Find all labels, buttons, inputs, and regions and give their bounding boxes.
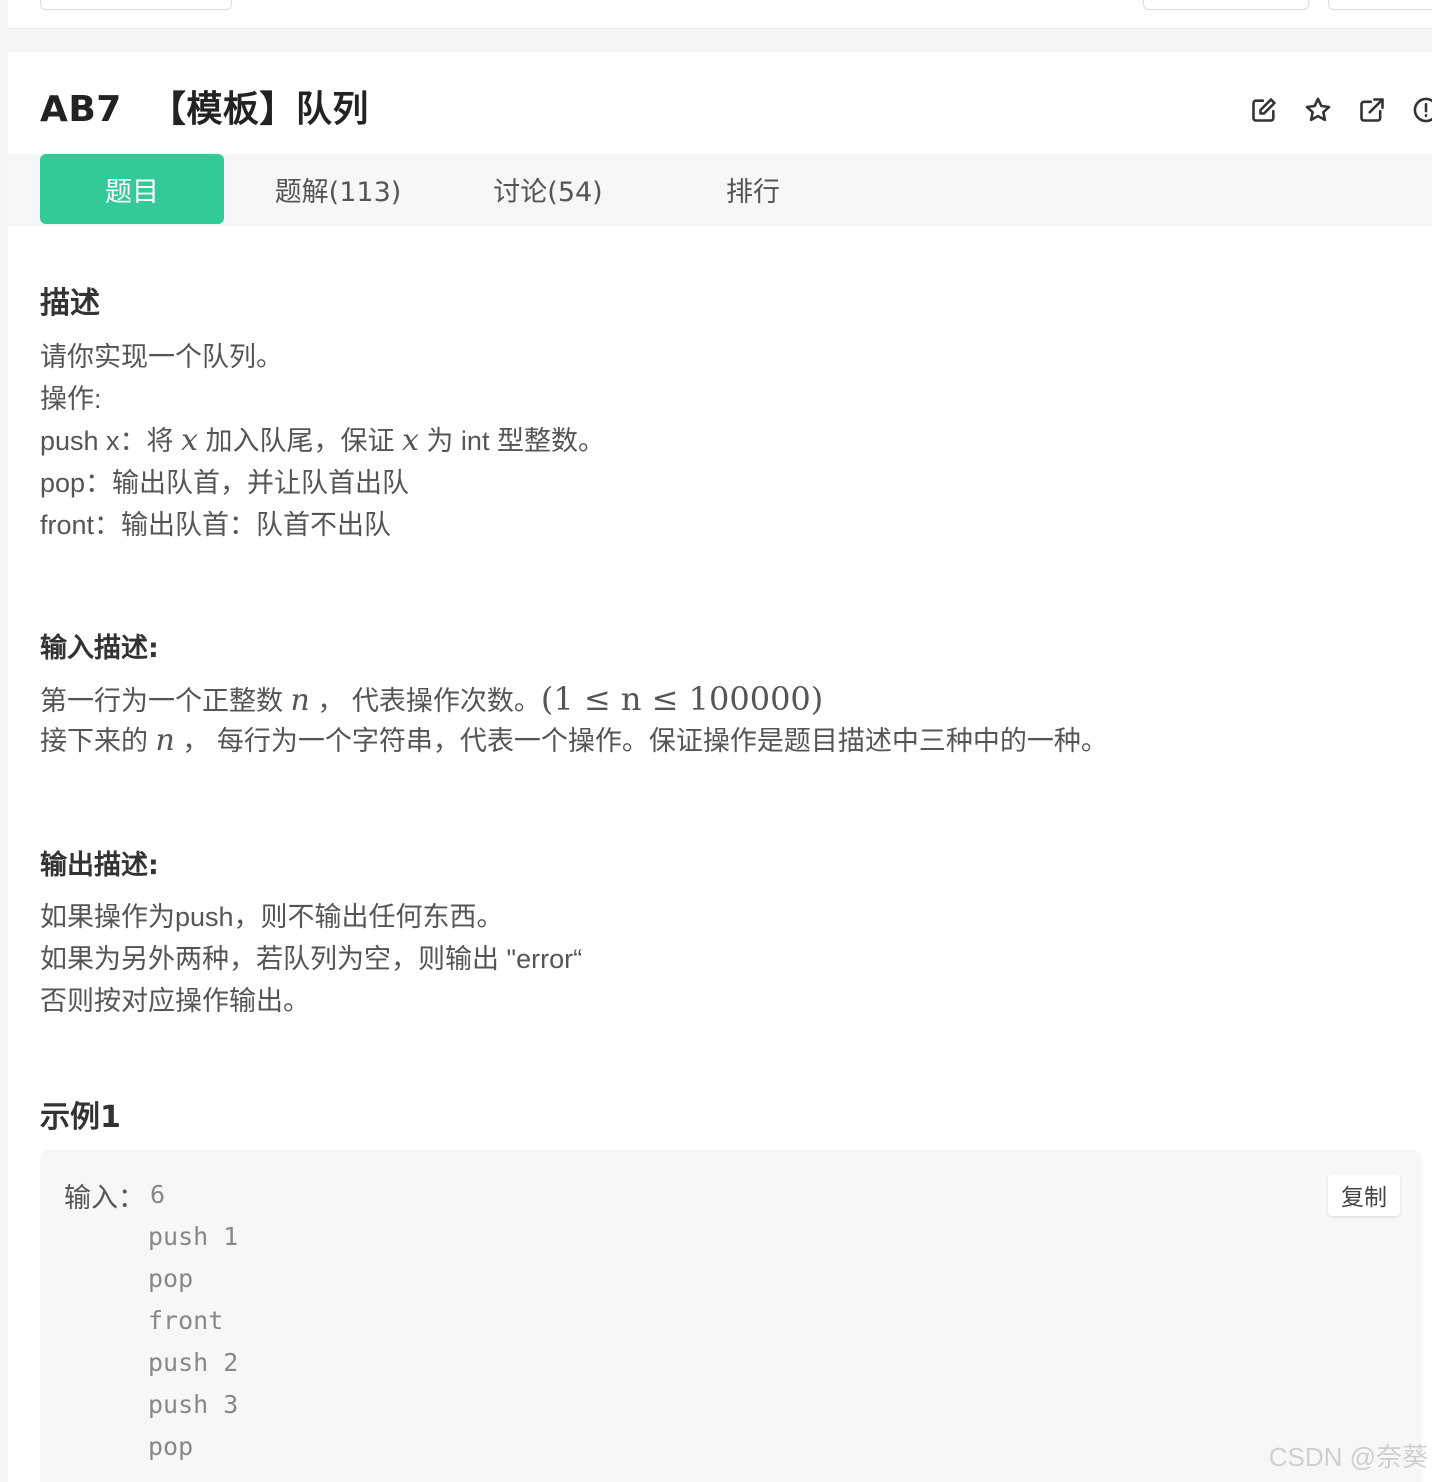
input-description-body: 第一行为一个正整数 n ， 代表操作次数。(1 ≤ n ≤ 100000) 接下…	[40, 678, 1108, 762]
input-description-line: 第一行为一个正整数 n ， 代表操作次数。(1 ≤ n ≤ 100000)	[40, 680, 824, 718]
example-block: 输入： 6 push 1 pop front push 2 push 3 pop…	[40, 1150, 1422, 1482]
top-bar-right-control[interactable]	[1143, 0, 1309, 10]
example-line: push 3	[148, 1390, 239, 1419]
output-description-line: 如果为另外两种，若队列为空，则输出 "error“	[40, 944, 583, 974]
tab-discussion[interactable]: 讨论(54)	[458, 154, 638, 224]
example-line: pop	[148, 1264, 194, 1293]
problem-card: AB7 【模板】队列 题目 题解(113) 讨论(54) 排行 描述 请你实现一…	[8, 52, 1432, 1482]
tab-ranking[interactable]: 排行	[668, 154, 838, 224]
problem-code: AB7	[40, 89, 122, 130]
tab-solutions[interactable]: 题解(113)	[248, 154, 428, 224]
info-icon[interactable]	[1408, 92, 1432, 128]
description-line: 操作:	[40, 384, 102, 414]
tab-problem[interactable]: 题目	[40, 154, 224, 224]
example-input-label: 输入：	[64, 1183, 145, 1213]
output-description-heading: 输出描述:	[40, 850, 159, 881]
input-description-line: 接下来的 n ， 每行为一个字符串，代表一个操作。保证操作是题目描述中三种中的一…	[40, 723, 1108, 758]
example-line: push 2	[148, 1348, 239, 1377]
example-line: push 1	[148, 1222, 239, 1251]
top-bar	[8, 0, 1432, 29]
description-line: pop：输出队首，并让队首出队	[40, 468, 410, 498]
input-constraint: (1 ≤ n ≤ 100000)	[540, 680, 824, 718]
description-line: 请你实现一个队列。	[40, 342, 283, 372]
output-description-line: 如果操作为push，则不输出任何东西。	[40, 902, 504, 932]
example-line: front	[148, 1306, 224, 1335]
header-actions	[1242, 92, 1432, 128]
input-description-heading: 输入描述:	[40, 633, 159, 664]
problem-name: 【模板】队列	[149, 89, 369, 130]
top-bar-left-control[interactable]	[40, 0, 232, 10]
edit-icon[interactable]	[1246, 92, 1282, 128]
example-line: pop	[148, 1432, 194, 1461]
example-heading: 示例1	[40, 1100, 121, 1135]
example-input-lines: 6 push 1 pop front push 2 push 3 pop	[148, 1174, 238, 1468]
copy-button[interactable]: 复制	[1328, 1174, 1400, 1216]
output-description-body: 如果操作为push，则不输出任何东西。 如果为另外两种，若队列为空，则输出 "e…	[40, 896, 582, 1022]
description-line: front：输出队首：队首不出队	[40, 510, 392, 540]
description-body: 请你实现一个队列。 操作: push x：将 x 加入队尾，保证 x 为 int…	[40, 336, 605, 546]
output-description-line: 否则按对应操作输出。	[40, 986, 310, 1016]
external-link-icon[interactable]	[1354, 92, 1390, 128]
example-line: 6	[150, 1180, 166, 1209]
tab-bar: 题目 题解(113) 讨论(54) 排行	[8, 154, 1432, 226]
problem-title: AB7 【模板】队列	[40, 88, 369, 132]
top-bar-right-control-2[interactable]	[1328, 0, 1432, 10]
description-heading: 描述	[40, 286, 100, 321]
star-icon[interactable]	[1300, 92, 1336, 128]
watermark: CSDN @奈葵	[1268, 1442, 1428, 1472]
description-line: push x：将 x 加入队尾，保证 x 为 int 型整数。	[40, 423, 605, 458]
